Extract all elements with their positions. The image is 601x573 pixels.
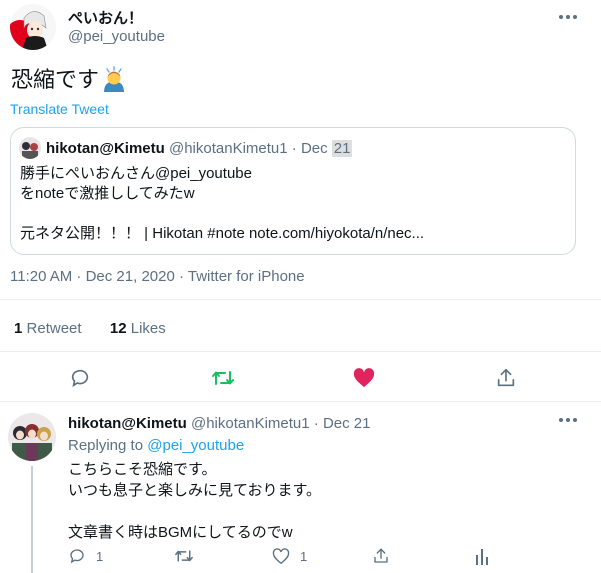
retweet-count: 1	[14, 320, 23, 337]
reply-text: こちらこそ恐縮です。 いつも息子と楽しみに見ております。 文章書く時はBGMにし…	[68, 461, 322, 541]
engagement-stats: 1 Retweet 12 Likes	[14, 320, 166, 337]
reply-reply-count: 1	[96, 548, 104, 564]
divider	[0, 299, 601, 300]
quoted-tweet-text: 勝手にぺいおんさん@pei_youtube をnoteで激推ししてみたw 元ネタ…	[20, 165, 425, 242]
share-icon[interactable]	[493, 365, 519, 391]
divider	[0, 351, 601, 352]
likes-label: Likes	[130, 320, 166, 337]
share-icon	[374, 548, 388, 563]
reply-reply-action[interactable]: 1	[68, 545, 103, 567]
likes-count: 12	[109, 320, 127, 337]
reply-handle-date[interactable]: @hikotanKimetu1 · Dec 21	[191, 415, 370, 432]
thread-line	[31, 466, 33, 573]
heart-icon[interactable]	[351, 365, 377, 391]
author-name[interactable]: ぺいおん！	[68, 7, 143, 28]
quoted-author-avatar	[19, 137, 41, 159]
divider	[0, 401, 601, 402]
reply-like-count: 1	[300, 548, 308, 564]
author-avatar[interactable]	[10, 4, 56, 50]
reply-icon	[70, 549, 84, 564]
reply-analytics-action[interactable]	[474, 545, 500, 567]
quoted-handle-date: @hikotanKimetu1 · Dec	[168, 140, 332, 157]
tweet-detail: ぺいおん！ @pei_youtube 恐縮です Translate Tweet	[0, 0, 601, 573]
quoted-author-name: hikotan@Kimetu	[46, 140, 165, 157]
retweet-label: Retweet	[26, 320, 82, 337]
bowing-person-emoji-icon	[101, 66, 127, 99]
heart-icon	[272, 547, 290, 564]
analytics-icon	[476, 549, 488, 565]
reply-retweet-action[interactable]	[174, 545, 204, 567]
replying-to: Replying to @pei_youtube	[68, 437, 244, 454]
reply-share-action[interactable]	[372, 545, 400, 567]
reply-author-avatar[interactable]	[8, 413, 56, 461]
quoted-tweet-header: hikotan@Kimetu @hikotanKimetu1 · Dec 21	[46, 140, 353, 157]
reply-like-action[interactable]: 1	[272, 545, 307, 567]
retweet-stat[interactable]: 1 Retweet	[14, 320, 82, 337]
reply-header: hikotan@Kimetu @hikotanKimetu1 · Dec 21	[68, 415, 370, 432]
reply-author-name[interactable]: hikotan@Kimetu	[68, 415, 187, 432]
retweet-icon[interactable]	[210, 365, 236, 391]
retweet-icon	[175, 550, 193, 562]
replying-prefix: Replying to	[68, 437, 148, 454]
author-handle[interactable]: @pei_youtube	[68, 28, 165, 45]
translate-tweet-link[interactable]: Translate Tweet	[10, 101, 109, 117]
replying-to-mention[interactable]: @pei_youtube	[147, 437, 244, 454]
tweet-text: 恐縮です	[11, 66, 127, 99]
more-icon[interactable]	[556, 413, 580, 425]
tweet-text-content: 恐縮です	[11, 67, 100, 92]
quoted-tweet[interactable]: hikotan@Kimetu @hikotanKimetu1 · Dec 21 …	[10, 127, 576, 255]
more-icon[interactable]	[556, 10, 580, 22]
likes-stat[interactable]: 12 Likes	[110, 320, 166, 337]
reply-icon[interactable]	[67, 365, 93, 391]
quoted-date-highlight: 21	[331, 140, 353, 157]
tweet-timestamp[interactable]: 11:20 AM · Dec 21, 2020 · Twitter for iP…	[10, 268, 305, 285]
